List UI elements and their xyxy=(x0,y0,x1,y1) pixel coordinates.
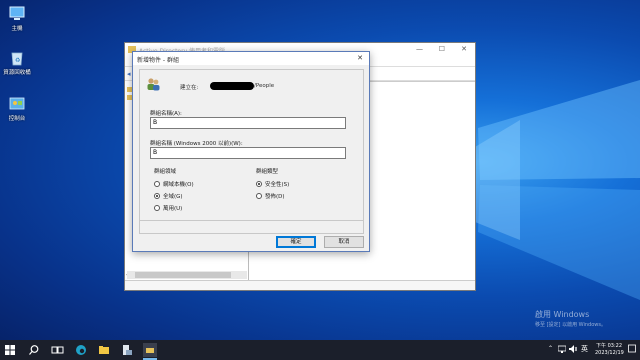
back-arrow-icon[interactable]: ◂ xyxy=(127,70,131,78)
group-type-legend: 群組類型 xyxy=(256,169,279,175)
activation-watermark: 啟用 Windows 移至 [設定] 以啟用 Windows。 xyxy=(535,309,606,328)
search-icon[interactable] xyxy=(27,343,41,357)
desktop-icon-label: 主機 xyxy=(11,26,23,32)
edge-icon[interactable] xyxy=(74,343,88,357)
radio-label: 安全性(S) xyxy=(265,182,290,188)
minimize-icon[interactable]: — xyxy=(416,45,423,53)
ok-button[interactable]: 確定 xyxy=(276,236,316,248)
new-group-dialog[interactable]: 新增物件 - 群組 ✕ 建立在: /People 群組名稱(A): B 群組名稱… xyxy=(132,51,370,252)
radio-dot-selected xyxy=(154,193,160,199)
create-in-value: /People xyxy=(254,83,275,89)
volume-icon[interactable] xyxy=(569,345,578,355)
radio-dot xyxy=(154,181,160,187)
group-icon xyxy=(146,77,160,91)
desktop-icon-control-panel[interactable]: 控制台 xyxy=(2,96,32,122)
redacted-path xyxy=(210,82,254,90)
ad-users-computers-icon[interactable] xyxy=(143,343,157,357)
control-panel-icon xyxy=(8,96,26,112)
ime-indicator[interactable]: 英 xyxy=(581,344,588,354)
radio-dot xyxy=(154,205,160,211)
desktop-icon-recycle-bin[interactable]: ♻ 資源回收桶 xyxy=(2,50,32,76)
dialog-content: 建立在: /People 群組名稱(A): B 群組名稱 (Windows 20… xyxy=(139,69,364,234)
scrollbar-thumb[interactable] xyxy=(135,272,231,278)
scope-domain-local-radio[interactable]: 網域本機(O) xyxy=(154,180,194,188)
file-explorer-icon[interactable] xyxy=(97,343,111,357)
separator xyxy=(140,220,363,221)
desktop-icon-label: 控制台 xyxy=(8,116,26,122)
create-in-label: 建立在: xyxy=(180,85,199,91)
computer-icon xyxy=(8,6,26,22)
radio-label: 網域本機(O) xyxy=(163,182,194,188)
type-security-radio[interactable]: 安全性(S) xyxy=(256,180,289,188)
network-icon[interactable] xyxy=(557,345,567,355)
horizontal-scrollbar[interactable] xyxy=(127,271,247,279)
type-distribution-radio[interactable]: 發佈(D) xyxy=(256,192,285,200)
clock-time[interactable]: 下午 03:22 xyxy=(596,342,622,349)
maximize-icon[interactable]: ☐ xyxy=(439,45,445,53)
recycle-bin-icon: ♻ xyxy=(8,50,26,66)
desktop-icon-this-pc[interactable]: 主機 xyxy=(2,6,32,32)
start-icon[interactable] xyxy=(3,343,17,357)
radio-dot-selected xyxy=(256,181,262,187)
scope-universal-radio[interactable]: 萬用(U) xyxy=(154,204,182,212)
group-scope-legend: 群組領域 xyxy=(154,169,177,175)
tray-chevron-icon[interactable]: ⌃ xyxy=(548,345,553,352)
group-name-pre2000-input[interactable]: B xyxy=(150,147,346,159)
group-name-input[interactable]: B xyxy=(150,117,346,129)
watermark-subtitle: 移至 [設定] 以啟用 Windows。 xyxy=(535,322,606,328)
clock-date[interactable]: 2023/12/19 xyxy=(595,350,624,356)
radio-label: 全域(G) xyxy=(163,194,183,200)
svg-text:♻: ♻ xyxy=(15,57,20,64)
radio-label: 發佈(D) xyxy=(265,194,285,200)
taskbar: ⌃ 英 下午 03:22 2023/12/19 xyxy=(0,340,640,360)
radio-label: 萬用(U) xyxy=(163,206,183,212)
close-icon[interactable]: ✕ xyxy=(357,54,363,62)
notification-icon[interactable] xyxy=(628,344,636,356)
status-bar xyxy=(125,280,475,290)
desktop-icon-label: 資源回收桶 xyxy=(3,70,31,76)
task-view-icon[interactable] xyxy=(50,343,64,357)
scope-global-radio[interactable]: 全域(G) xyxy=(154,192,183,200)
server-manager-icon[interactable] xyxy=(120,343,134,357)
watermark-title: 啟用 Windows xyxy=(535,310,590,319)
radio-dot xyxy=(256,193,262,199)
close-icon[interactable]: ✕ xyxy=(461,45,467,53)
dialog-title: 新增物件 - 群組 xyxy=(137,57,179,64)
cancel-button[interactable]: 取消 xyxy=(324,236,364,248)
group-name-pre2000-label: 群組名稱 (Windows 2000 以前)(W): xyxy=(150,141,243,147)
group-name-label: 群組名稱(A): xyxy=(150,111,182,117)
dialog-titlebar[interactable]: 新增物件 - 群組 ✕ xyxy=(133,52,369,65)
